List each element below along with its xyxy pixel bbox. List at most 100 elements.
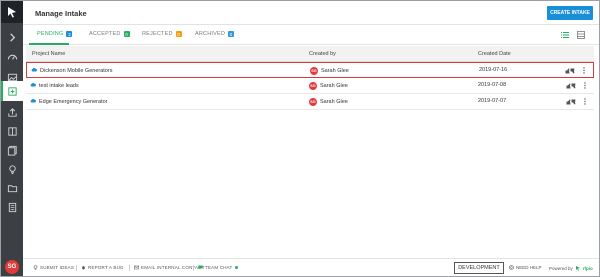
- table-row[interactable]: test intake leads SG Sarah Glee 2019-07-…: [26, 78, 594, 94]
- tab-archived[interactable]: ARCHIVED 0: [195, 31, 235, 37]
- need-help-label: NEED HELP: [516, 265, 542, 270]
- need-help-link[interactable]: NEED HELP: [509, 265, 542, 270]
- created-by-cell: SG Sarah Glee: [309, 82, 348, 90]
- sidebar-item-ideas[interactable]: [1, 159, 23, 179]
- sidebar-item-documents[interactable]: [1, 140, 23, 160]
- sidebar-item-folders[interactable]: [1, 178, 23, 198]
- grid-view-icon[interactable]: [577, 31, 585, 39]
- created-by-cell: SG Sarah Glee: [309, 98, 348, 106]
- team-chat-link[interactable]: TEAM CHAT: [198, 265, 239, 270]
- bulb-icon: [33, 265, 38, 270]
- sidebar-item-dashboard[interactable]: [1, 47, 23, 67]
- table-row[interactable]: Edge Emergency Generator SG Sarah Glee 2…: [26, 94, 594, 110]
- page-header: Manage Intake CREATE INTAKE: [23, 1, 599, 25]
- email-contact-link[interactable]: EMAIL INTERNAL CONTACT: [134, 265, 205, 270]
- table-header: Project Name Created by Created Date: [26, 46, 594, 62]
- approve-reject-icon[interactable]: [566, 83, 576, 89]
- view-toggle: [561, 31, 585, 39]
- submit-ideas-link[interactable]: SUBMIT IDEAS: [33, 265, 74, 270]
- sidebar-item-export[interactable]: [1, 102, 23, 122]
- created-date-cell: 2019-07-16: [479, 67, 508, 73]
- create-intake-button[interactable]: CREATE INTAKE: [547, 6, 593, 20]
- row-actions: [566, 82, 586, 89]
- app-logo[interactable]: [1, 1, 23, 23]
- email-contact-label: EMAIL INTERNAL CONTACT: [141, 265, 205, 270]
- tab-pending[interactable]: PENDING 3: [37, 31, 73, 37]
- row-actions: [565, 67, 585, 74]
- cloud-icon: [30, 98, 36, 105]
- team-chat-label: TEAM CHAT: [205, 265, 233, 270]
- count-badge: 0: [228, 31, 235, 37]
- help-icon: [509, 265, 514, 270]
- environment-badge[interactable]: DEVELOPMENT: [454, 262, 504, 274]
- row-actions: [566, 98, 586, 105]
- brand-logo-icon: [575, 266, 580, 271]
- report-bug-link[interactable]: REPORT A BUG: [81, 265, 124, 270]
- created-by-cell: SG Sarah Glee: [310, 67, 349, 75]
- list-view-icon[interactable]: [561, 31, 569, 39]
- creator-avatar: SG: [309, 98, 317, 106]
- project-name-cell[interactable]: Edge Emergency Generator: [30, 98, 107, 105]
- powered-by-label: Powered by: [549, 265, 573, 271]
- upload-icon: [7, 107, 17, 117]
- project-name: test intake leads: [39, 82, 79, 89]
- more-options-icon[interactable]: [583, 67, 585, 74]
- brand-name: rfpio: [582, 265, 593, 271]
- active-tab-indicator: [29, 43, 69, 45]
- chevron-right-icon: [9, 32, 15, 42]
- chat-icon: [198, 265, 203, 270]
- sidebar-item-intake[interactable]: [1, 81, 23, 101]
- folder-icon: [7, 184, 17, 192]
- book-icon: [7, 126, 17, 136]
- cloud-icon: [31, 67, 37, 74]
- more-options-icon[interactable]: [584, 98, 586, 105]
- project-name-cell[interactable]: test intake leads: [30, 82, 79, 89]
- sidebar-item-content[interactable]: [1, 197, 23, 217]
- status-tabs: PENDING 3 ACCEPTED 0 REJECTED 0 ARCHIVED…: [23, 25, 599, 45]
- column-header-created-date[interactable]: Created Date: [478, 51, 511, 57]
- tab-label: PENDING: [37, 31, 64, 37]
- tab-label: REJECTED: [142, 31, 173, 37]
- creator-avatar: SG: [310, 67, 318, 75]
- documents-icon: [7, 145, 17, 156]
- project-name: Dickenson Mobile Generators: [40, 67, 113, 74]
- created-date-cell: 2019-07-07: [478, 98, 507, 104]
- user-avatar[interactable]: SG: [5, 260, 19, 274]
- column-header-project[interactable]: Project Name: [32, 51, 65, 57]
- creator-avatar: SG: [309, 82, 317, 90]
- page-title: Manage Intake: [35, 9, 87, 18]
- count-badge: 0: [123, 31, 130, 37]
- mail-icon: [134, 265, 139, 270]
- tab-rejected[interactable]: REJECTED 0: [142, 31, 182, 37]
- logo-icon: [8, 7, 16, 18]
- lightbulb-icon: [8, 164, 16, 174]
- creator-name: Sarah Glee: [320, 99, 348, 105]
- table-row[interactable]: Dickenson Mobile Generators SG Sarah Gle…: [26, 62, 594, 78]
- report-bug-label: REPORT A BUG: [88, 265, 124, 270]
- count-badge: 0: [175, 31, 182, 37]
- cloud-icon: [30, 82, 36, 89]
- approve-reject-icon[interactable]: [565, 68, 575, 74]
- bug-icon: [82, 266, 85, 270]
- sidebar-expand[interactable]: [1, 27, 23, 47]
- project-name: Edge Emergency Generator: [39, 98, 108, 105]
- dashboard-icon: [7, 54, 17, 60]
- intake-table: Project Name Created by Created Date Dic…: [26, 46, 594, 110]
- tab-label: ARCHIVED: [195, 31, 226, 37]
- created-date-cell: 2019-07-08: [478, 82, 507, 88]
- divider: [129, 265, 130, 271]
- divider: [193, 265, 194, 271]
- approve-reject-icon[interactable]: [566, 99, 576, 105]
- tab-accepted[interactable]: ACCEPTED 0: [89, 31, 130, 37]
- sidebar-item-library[interactable]: [1, 121, 23, 141]
- creator-name: Sarah Glee: [320, 83, 348, 89]
- powered-by: Powered by rfpio: [549, 265, 593, 271]
- intake-icon: [7, 86, 17, 96]
- divider: [76, 265, 77, 271]
- more-options-icon[interactable]: [584, 82, 586, 89]
- page-footer: SUBMIT IDEAS REPORT A BUG EMAIL INTERNAL…: [23, 258, 599, 276]
- column-header-created-by[interactable]: Created by: [309, 51, 336, 57]
- tab-label: ACCEPTED: [89, 31, 121, 37]
- submit-ideas-label: SUBMIT IDEAS: [40, 265, 75, 270]
- project-name-cell[interactable]: Dickenson Mobile Generators: [31, 67, 112, 74]
